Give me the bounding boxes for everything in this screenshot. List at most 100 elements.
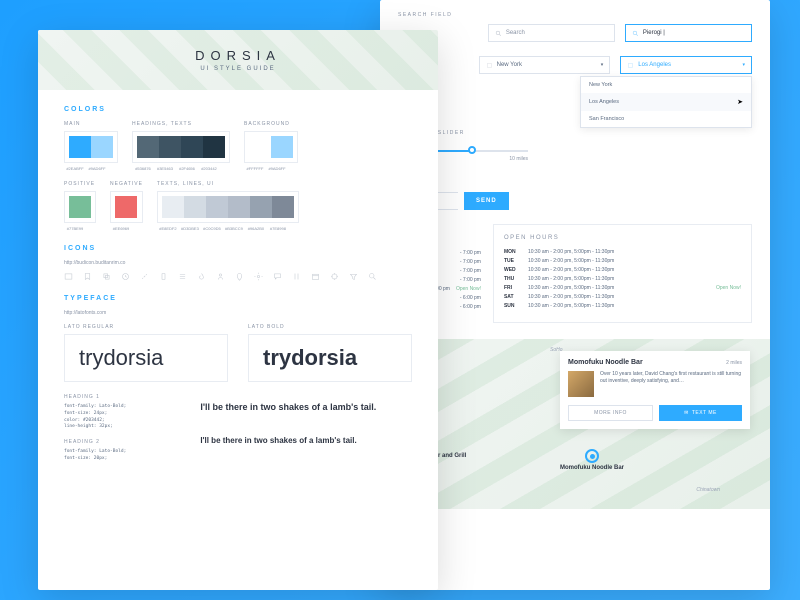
heading-2-spec: font-family: Lato-Bold; font-size: 20px; (64, 449, 180, 463)
typeface-source-link[interactable]: http://latofonts.com (64, 310, 412, 316)
distance-slider-label: DISTANCE SLIDER (398, 130, 752, 136)
crosshair-icon (330, 272, 339, 281)
chevron-down-icon: ▾ (601, 62, 604, 68)
dropdown-option[interactable]: New York (581, 77, 751, 93)
chat-icon (273, 272, 282, 281)
color-swatch (159, 136, 181, 158)
style-guide-panel: DORSIA UI STYLE GUIDE COLORS MAIN #2EABF… (38, 30, 438, 590)
dropdown-option[interactable]: San Francisco (581, 111, 751, 127)
color-swatch (181, 136, 203, 158)
swatch-hex: #7E8998 (267, 226, 289, 231)
color-swatch (69, 196, 91, 218)
flame-icon (197, 272, 206, 281)
color-swatch (184, 196, 206, 218)
color-group-negative: NEGATIVE #EE6969 (110, 181, 143, 231)
type-sample-regular: trydorsia (79, 345, 213, 371)
color-swatch (206, 196, 228, 218)
search-icon (495, 30, 502, 37)
hours-row: TUE10:30 am - 2:00 pm, 5:00pm - 11:30pm (504, 258, 741, 264)
color-group-positive: POSITIVE #77BE99 (64, 181, 96, 231)
color-swatch (271, 136, 293, 158)
more-info-button[interactable]: MORE INFO (568, 405, 653, 421)
search-icon (368, 272, 377, 281)
link-icon (140, 272, 149, 281)
building-icon (486, 62, 493, 69)
search-field-label: SEARCH FIELD (398, 12, 752, 18)
cutlery-icon (292, 272, 301, 281)
city-dropdown-2[interactable]: Los Angeles ▾ (620, 56, 752, 74)
color-swatch (115, 196, 137, 218)
type-regular-group: LATO REGULAR trydorsia (64, 324, 228, 382)
copy-icon (102, 272, 111, 281)
search-input-empty[interactable]: Search (488, 24, 615, 42)
map-poi[interactable]: Momofuku Noodle Bar (560, 447, 624, 471)
icons-source-link[interactable]: http://budicon.buditanrim.co (64, 260, 412, 266)
user-icon (216, 272, 225, 281)
swatch-hex: #203442 (198, 166, 220, 171)
image-icon (64, 272, 73, 281)
hours-row: SAT10:30 am - 2:00 pm, 5:00pm - 11:30pm (504, 294, 741, 300)
swatch-hex: #FFFFFF (244, 166, 266, 171)
icons-section-title: ICONS (64, 245, 412, 252)
search-input-filled[interactable]: Pierogi | (625, 24, 752, 42)
swatch-hex: #77BE99 (64, 226, 86, 231)
open-hours-box: OPEN HOURS MON10:30 am - 2:00 pm, 5:00pm… (493, 224, 752, 323)
send-button[interactable]: SEND (464, 192, 509, 210)
color-swatch (272, 196, 294, 218)
calendar-icon (311, 272, 320, 281)
color-swatch (249, 136, 271, 158)
swatch-hex: #E8EDF2 (157, 226, 179, 231)
brand-name: DORSIA (195, 48, 281, 63)
card-distance: 2 miles (726, 360, 742, 366)
swatch-hex: #B3BCC9 (223, 226, 245, 231)
swatch-hex: #EE6969 (110, 226, 132, 231)
type-sample-bold: trydorsia (263, 345, 397, 371)
bookmark-icon (83, 272, 92, 281)
color-group-headings: HEADINGS, TEXTS #536876#3E5463#2F4656#20… (132, 121, 230, 171)
swatch-hex: #C0C9D5 (201, 226, 223, 231)
map-view[interactable]: SoHo Chinatown Gotham Bar and Grill Momo… (380, 339, 770, 509)
pin-icon (235, 272, 244, 281)
map-info-card: Momofuku Noodle Bar 2 miles Over 10 year… (560, 351, 750, 429)
dropdown-menu: New York Los Angeles➤ San Francisco (580, 76, 752, 128)
color-swatch (228, 196, 250, 218)
colors-section-title: COLORS (64, 106, 412, 113)
clock-icon (121, 272, 130, 281)
gear-icon (254, 272, 263, 281)
header-map: DORSIA UI STYLE GUIDE (38, 30, 438, 90)
icon-set (64, 272, 412, 281)
search-icon (632, 30, 639, 37)
color-swatch (91, 136, 113, 158)
menu-icon (178, 272, 187, 281)
sample-heading-1: I'll be there in two shakes of a lamb's … (200, 402, 412, 412)
swatch-hex: #96A2B0 (245, 226, 267, 231)
color-group-texts-ui: TEXTS, LINES, UI #E8EDF2#D3DBE3#C0C9D5#B… (157, 181, 299, 231)
sample-heading-2: I'll be there in two shakes of a lamb's … (200, 436, 412, 445)
swatch-hex: #9AD6FF (266, 166, 288, 171)
text-me-button[interactable]: ✉TEXT ME (659, 405, 742, 421)
typeface-section-title: TYPEFACE (64, 295, 412, 302)
card-description: Over 10 years later, David Chang's first… (600, 371, 742, 397)
hours-row: THU10:30 am - 2:00 pm, 5:00pm - 11:30pm (504, 276, 741, 282)
swatch-hex: #3E5463 (154, 166, 176, 171)
color-swatch (162, 196, 184, 218)
swatch-hex: #2F4656 (176, 166, 198, 171)
swatch-hex: #536876 (132, 166, 154, 171)
card-title: Momofuku Noodle Bar (568, 359, 643, 366)
swatch-hex: #2EABFF (64, 166, 86, 171)
color-swatch (69, 136, 91, 158)
hours-row: SUN10:30 am - 2:00 pm, 5:00pm - 11:30pm (504, 303, 741, 309)
chevron-down-icon: ▾ (742, 62, 745, 68)
color-group-background: BACKGROUND #FFFFFF#9AD6FF (244, 121, 298, 171)
slider-handle-max[interactable] (468, 146, 476, 154)
swatch-hex: #9AD6FF (86, 166, 108, 171)
components-panel: SEARCH FIELD Search Pierogi | New York ▾… (380, 0, 770, 590)
dropdown-option[interactable]: Los Angeles➤ (581, 93, 751, 111)
map-area-label: Chinatown (696, 487, 720, 493)
building-icon (627, 62, 634, 69)
type-bold-group: LATO BOLD trydorsia (248, 324, 412, 382)
poi-marker-icon (585, 449, 599, 463)
color-swatch (250, 196, 272, 218)
hours-row: MON10:30 am - 2:00 pm, 5:00pm - 11:30pm (504, 249, 741, 255)
city-dropdown-1[interactable]: New York ▾ (479, 56, 611, 74)
